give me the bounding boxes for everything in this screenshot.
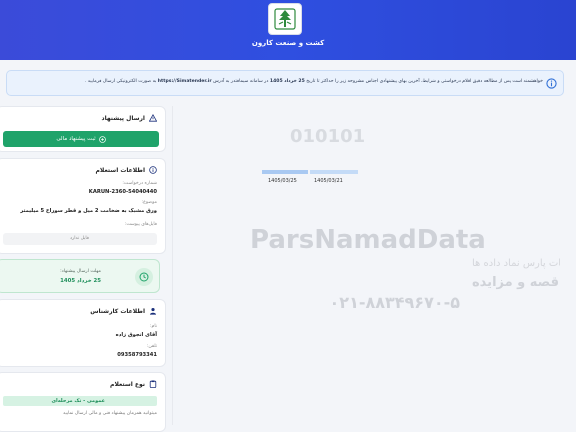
- inquiry-type-badge: عمومی - تک مرحله‌ای: [3, 396, 157, 406]
- watermark-digits: 010101: [290, 126, 365, 147]
- request-number: KARUN-2360-54040440: [88, 189, 157, 195]
- app-header: کشت و صنعت کارون: [0, 0, 576, 60]
- watermark-brand: ParsNamadData: [250, 225, 486, 255]
- attachments-box: فایل ندارد: [3, 233, 157, 245]
- watermark-line2: پایگاه اطلاع رسانی مناقصه و مزایده: [472, 274, 560, 290]
- watermark-line1: مرکز فناوری اطلاعات پارس نماد داده ها: [472, 258, 560, 269]
- send-offer-title: ارسال پیشنهاد: [101, 114, 157, 122]
- send-offer-card: ارسال پیشنهاد ثبت پیشنهاد مالی: [0, 106, 166, 152]
- expert-name-label: نام:: [149, 324, 157, 329]
- inquiry-type-badge-text: عمومی - تک مرحله‌ای: [51, 398, 105, 404]
- expert-name: آقای انجوق زاده: [115, 332, 157, 338]
- notice-deadline: 25 خرداد 1405: [269, 79, 305, 84]
- company-logo: [268, 3, 302, 35]
- expert-phone: 09358793341: [117, 352, 157, 358]
- info-icon: [149, 166, 157, 174]
- watermark: 010101 ParsNamadData مرکز فناوری اطلاعات…: [250, 126, 560, 312]
- attachments-value: فایل ندارد: [69, 236, 89, 241]
- clipboard-icon: [149, 380, 157, 388]
- user-icon: [149, 307, 157, 315]
- inquiry-type-card: نوع استعلام عمومی - تک مرحله‌ای میتوانید…: [0, 372, 166, 432]
- plus-circle-icon: [98, 135, 106, 143]
- main-panel-divider: [172, 106, 173, 425]
- watermark-phone: ۰۲۱-۸۸۳۴۹۶۷۰-۵: [330, 293, 461, 312]
- page-title: کشت و صنعت کارون: [251, 39, 325, 47]
- request-number-label: شماره درخواست:: [122, 181, 157, 186]
- deadline-value: 25 خرداد 1405: [60, 278, 101, 284]
- notice-url: https://Simatender.ir: [157, 79, 212, 84]
- timeline-start-date: 1405/03/21: [314, 178, 343, 184]
- inquiry-type-title: نوع استعلام: [110, 380, 157, 388]
- info-icon: [546, 78, 557, 89]
- attachments-label: فایل‌های پیوست:: [124, 222, 157, 227]
- timeline-bar-end: [262, 170, 308, 174]
- subject-label: موضوع:: [141, 200, 157, 205]
- expert-info-title: اطلاعات کارشناس: [90, 307, 157, 315]
- tree-logo-icon: [274, 8, 296, 30]
- clock-icon: [139, 272, 149, 282]
- clock-badge: [135, 268, 153, 286]
- deadline-card: مهلت ارسال پیشنهاد: 25 خرداد 1405: [0, 259, 160, 293]
- inquiry-type-note: میتوانید همزمان پیشنهاد فنی و مالی ارسال…: [63, 411, 157, 416]
- expert-info-card: اطلاعات کارشناس نام: آقای انجوق زاده تلف…: [0, 299, 166, 367]
- timeline-bar-start: [310, 170, 358, 174]
- subject: ورق مشبک به ضخامت 2 میل و قطر سوراخ 5 می…: [20, 208, 157, 214]
- expert-phone-label: تلفن:: [146, 344, 157, 349]
- submit-financial-offer-button[interactable]: ثبت پیشنهاد مالی: [3, 131, 159, 147]
- inquiry-info-title: اطلاعات استعلام: [96, 166, 157, 174]
- deadline-notice: خواهشمند است پس از مطالعه دقیق اقلام درخ…: [6, 70, 564, 96]
- deadline-label: مهلت ارسال پیشنهاد:: [60, 269, 101, 274]
- notice-text: خواهشمند است پس از مطالعه دقیق اقلام درخ…: [84, 79, 543, 84]
- timeline-end-date: 1405/03/25: [268, 178, 297, 184]
- inquiry-info-card: اطلاعات استعلام شماره درخواست: KARUN-236…: [0, 158, 166, 254]
- warning-icon: [149, 114, 157, 122]
